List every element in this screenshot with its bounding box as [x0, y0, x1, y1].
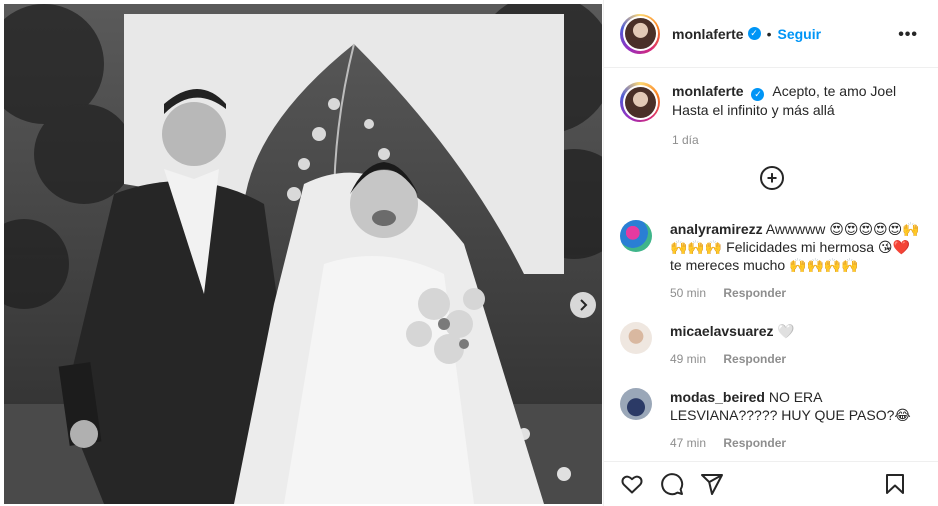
comment-avatar[interactable]	[620, 388, 652, 420]
comment-item: micaelavsuarez 🤍 49 min Responder	[620, 322, 925, 368]
header-user-info: monlaferte ✓ • Seguir	[672, 26, 821, 42]
bookmark-icon[interactable]	[883, 472, 907, 496]
avatar[interactable]	[620, 13, 660, 54]
dot-separator: •	[766, 25, 772, 42]
comment-body: modas_beired NO ERA LESVIANA????? HUY QU…	[670, 388, 925, 452]
caption-time: 1 día	[672, 132, 699, 147]
comment-icon[interactable]	[660, 472, 684, 496]
comment-item: modas_beired NO ERA LESVIANA????? HUY QU…	[620, 388, 925, 452]
verified-icon: ✓	[751, 87, 765, 101]
comment-meta: 50 min Responder	[670, 284, 925, 302]
comment-avatar[interactable]	[620, 220, 652, 252]
heart-icon[interactable]	[620, 472, 644, 496]
caption-avatar[interactable]	[620, 82, 660, 122]
comment-meta: 49 min Responder	[670, 350, 800, 368]
reply-button[interactable]: Responder	[723, 286, 786, 300]
avatar-image	[624, 18, 656, 49]
header-username[interactable]: monlaferte	[672, 26, 744, 42]
comment-body: micaelavsuarez 🤍 49 min Responder	[670, 322, 800, 368]
action-bar	[604, 461, 938, 506]
caption-line-1: Acepto, te amo Joel	[772, 83, 897, 99]
reply-button[interactable]: Responder	[723, 352, 786, 366]
comment-time: 47 min	[670, 436, 707, 450]
share-icon[interactable]	[700, 472, 724, 496]
comment-time: 49 min	[670, 352, 707, 366]
caption-username[interactable]: monlaferte	[672, 83, 744, 99]
verified-icon: ✓	[747, 27, 761, 40]
more-icon[interactable]: •••	[898, 26, 918, 44]
comment-body: analyramirezz Awwwww 😍😍😍😍😍🙌🙌🙌🙌 Felicidad…	[670, 220, 925, 302]
caption-text: monlaferte ✓ Acepto, te amo Joel Hasta e…	[672, 82, 896, 149]
comment-text: 🤍	[777, 323, 795, 339]
comment-meta: 47 min Responder	[670, 434, 925, 452]
comment-username[interactable]: micaelavsuarez	[670, 323, 774, 339]
post-photo[interactable]	[4, 4, 602, 504]
caption: monlaferte ✓ Acepto, te amo Joel Hasta e…	[604, 68, 938, 149]
reply-button[interactable]: Responder	[723, 436, 786, 450]
post-side-panel: monlaferte ✓ • Seguir ••• monlaferte ✓ A…	[603, 0, 938, 506]
follow-button[interactable]: Seguir	[777, 26, 821, 42]
add-comment-icon[interactable]: +	[760, 166, 784, 190]
wedding-photo-illustration	[4, 4, 602, 504]
chevron-right-icon	[580, 299, 588, 311]
next-photo-button[interactable]	[570, 292, 596, 318]
comment-username[interactable]: modas_beired	[670, 389, 765, 405]
caption-line-2: Hasta el infinito y más allá	[672, 101, 835, 118]
comment-item: analyramirezz Awwwww 😍😍😍😍😍🙌🙌🙌🙌 Felicidad…	[620, 220, 925, 302]
comment-username[interactable]: analyramirezz	[670, 221, 763, 237]
comment-time: 50 min	[670, 286, 707, 300]
post-header: monlaferte ✓ • Seguir •••	[604, 0, 938, 68]
comment-avatar[interactable]	[620, 322, 652, 354]
